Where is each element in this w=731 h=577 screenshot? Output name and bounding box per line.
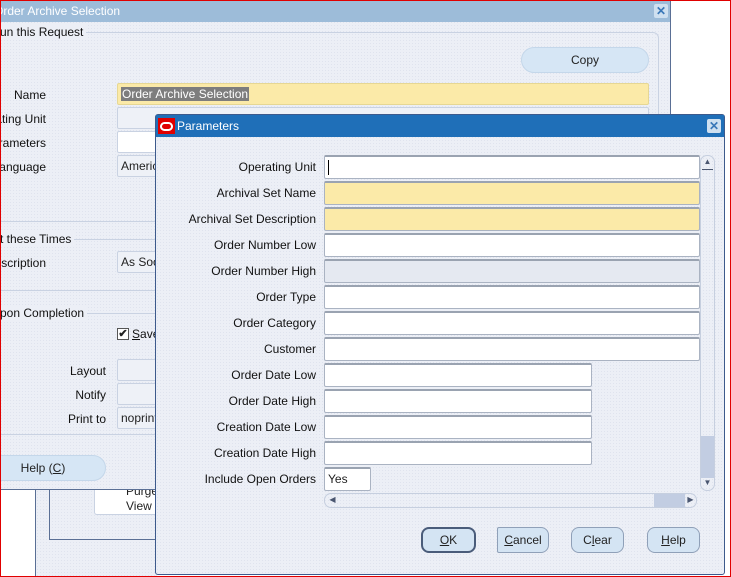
order-date-high-field[interactable] (324, 389, 592, 413)
scroll-left-icon[interactable]: ◀ (326, 495, 339, 504)
cancel-button[interactable]: Cancel (497, 527, 549, 553)
customer-label: Customer (263, 342, 316, 356)
order-type-field[interactable] (324, 285, 700, 309)
name-field-value: Order Archive Selection (121, 87, 250, 101)
operating-unit-label: Operating Unit (0, 112, 46, 126)
underlying-item-purge[interactable]: Purge (126, 490, 158, 498)
ok-button[interactable]: OK (421, 527, 476, 553)
scroll-up-icon[interactable]: ▲ (701, 157, 714, 166)
run-request-group-title: un this Request (0, 25, 87, 39)
print-to-label: Print to (67, 412, 106, 426)
order-date-high-label: Order Date High (228, 394, 316, 408)
dialog-title: Parameters (177, 119, 240, 133)
copy-button[interactable]: Copy (521, 47, 649, 73)
include-open-orders-label: Include Open Orders (204, 472, 316, 486)
scroll-right-icon[interactable]: ▶ (684, 495, 697, 504)
creation-date-low-label: Creation Date Low (216, 420, 316, 434)
close-x-icon[interactable]: ✕ (707, 119, 721, 133)
vertical-scrollbar[interactable]: ▲ ▼ (700, 155, 715, 491)
help-button[interactable]: Help (647, 527, 700, 553)
operating-unit-field[interactable] (324, 155, 700, 179)
layout-label: Layout (69, 364, 106, 378)
completion-group-title: pon Completion (0, 306, 88, 320)
text-cursor (328, 160, 329, 176)
order-date-low-label: Order Date Low (231, 368, 316, 382)
language-label: Language (0, 160, 46, 174)
blank-region (0, 490, 35, 576)
close-x-icon[interactable]: ✕ (654, 4, 668, 18)
order-type-label: Order Type (256, 290, 316, 304)
parameters-dialog: Parameters ✕ Operating Unit Archival Set … (155, 114, 725, 575)
archival-set-name-label: Archival Set Name (216, 186, 316, 200)
name-field[interactable]: Order Archive Selection (117, 83, 649, 105)
order-category-label: Order Category (233, 316, 316, 330)
order-date-low-field[interactable] (324, 363, 592, 387)
archival-set-description-field[interactable] (324, 207, 700, 231)
notify-label: Notify (75, 388, 106, 402)
include-open-orders-value: Yes (328, 472, 348, 486)
customer-field[interactable] (324, 337, 700, 361)
schedule-description-label: hedule Description (0, 256, 46, 270)
order-number-high-field[interactable] (324, 259, 700, 283)
underlying-panel: Purge View (49, 490, 164, 540)
underlying-item-view[interactable]: View (126, 499, 152, 513)
oracle-logo-icon (158, 118, 175, 134)
clear-button[interactable]: Clear (571, 527, 624, 553)
scroll-up-line (702, 169, 713, 170)
underlying-list: Purge View (94, 490, 164, 515)
window-title: Order Archive Selection (0, 4, 121, 18)
dialog-titlebar: Parameters ✕ (156, 115, 724, 137)
save-output-checkbox[interactable]: ✔ (117, 328, 129, 340)
vertical-scroll-thumb[interactable] (701, 436, 714, 478)
parameters-label: Parameters (0, 136, 46, 150)
include-open-orders-field[interactable]: Yes (324, 467, 371, 491)
underlying-window: Purge View (35, 490, 164, 576)
order-number-high-label: Order Number High (211, 264, 316, 278)
help-c-button[interactable]: Help (C) (0, 455, 106, 481)
order-category-field[interactable] (324, 311, 700, 335)
scroll-down-icon[interactable]: ▼ (701, 478, 714, 487)
schedule-group-title: t these Times (0, 232, 75, 246)
horizontal-scrollbar[interactable]: ◀ ▶ (324, 493, 697, 508)
creation-date-high-field[interactable] (324, 441, 592, 465)
creation-date-low-field[interactable] (324, 415, 592, 439)
order-number-low-label: Order Number Low (213, 238, 316, 252)
order-number-low-field[interactable] (324, 233, 700, 257)
creation-date-high-label: Creation Date High (213, 446, 316, 460)
archival-set-description-label: Archival Set Description (188, 212, 316, 226)
archival-set-name-field[interactable] (324, 181, 700, 205)
window-titlebar: Order Archive Selection (0, 0, 670, 22)
horizontal-scroll-thumb[interactable] (654, 494, 685, 507)
operating-unit-label: Operating Unit (238, 160, 316, 174)
name-label: Name (13, 88, 46, 102)
